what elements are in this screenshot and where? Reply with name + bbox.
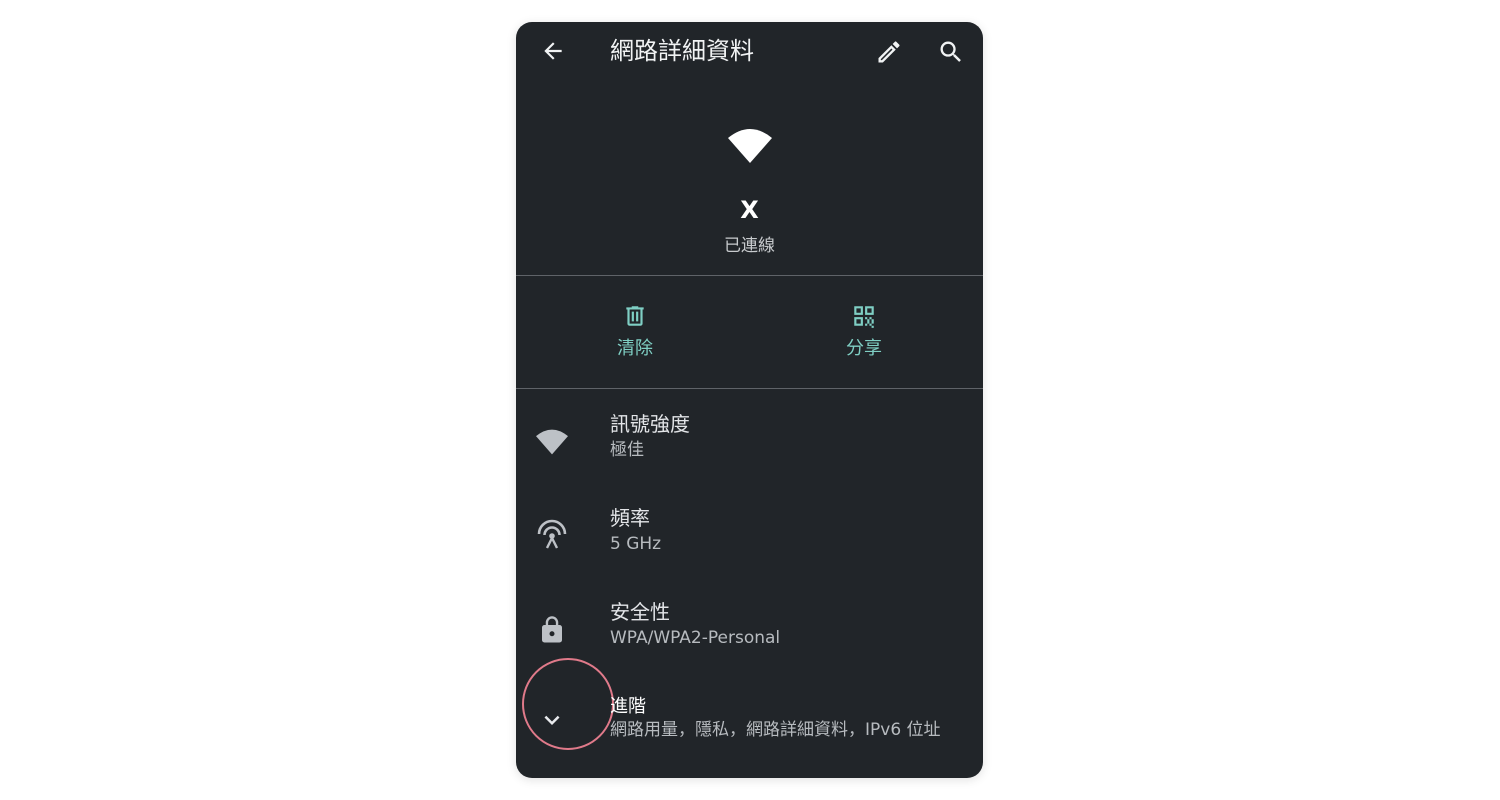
frequency-row[interactable]: 頻率 5 GHz [516,504,983,580]
frequency-value: 5 GHz [610,534,662,554]
forget-label: 清除 [617,338,653,359]
network-details-screen: 網路詳細資料 X 已連線 清除 分享 訊號強度 極佳 頻率 5 GHz 安全性 … [516,22,983,778]
advanced-summary: 網路用量，隱私，網路詳細資料，IPv6 位址 [610,720,941,740]
security-value: WPA/WPA2-Personal [610,628,781,648]
signal-strength-row[interactable]: 訊號強度 極佳 [516,410,983,486]
signal-strength-title: 訊號強度 [610,412,690,436]
frequency-title: 頻率 [610,506,650,530]
advanced-title: 進階 [610,696,646,717]
advanced-row[interactable]: 進階 網路用量，隱私，網路詳細資料，IPv6 位址 [516,658,983,768]
divider [516,388,983,389]
edit-button[interactable] [871,34,907,70]
lock-icon [542,616,562,643]
search-button[interactable] [933,34,969,70]
app-bar: 網路詳細資料 [516,22,983,84]
network-name: X [740,196,759,224]
security-title: 安全性 [610,600,670,624]
network-header [516,128,983,164]
tap-highlight-ring [522,658,614,750]
pencil-icon [878,41,900,63]
back-button[interactable] [536,34,570,68]
arrow-left-icon [544,42,562,60]
share-button[interactable]: 分享 [804,302,924,366]
qr-code-icon [854,306,874,328]
page-title: 網路詳細資料 [610,37,754,65]
signal-strength-value: 極佳 [610,440,644,460]
divider [516,275,983,276]
antenna-icon [537,519,567,549]
forget-button[interactable]: 清除 [575,302,695,366]
wifi-icon [727,129,772,163]
trash-icon [626,306,644,326]
search-icon [940,41,961,62]
connection-status: 已連線 [724,236,775,256]
share-label: 分享 [846,338,882,359]
wifi-signal-icon [536,429,568,455]
